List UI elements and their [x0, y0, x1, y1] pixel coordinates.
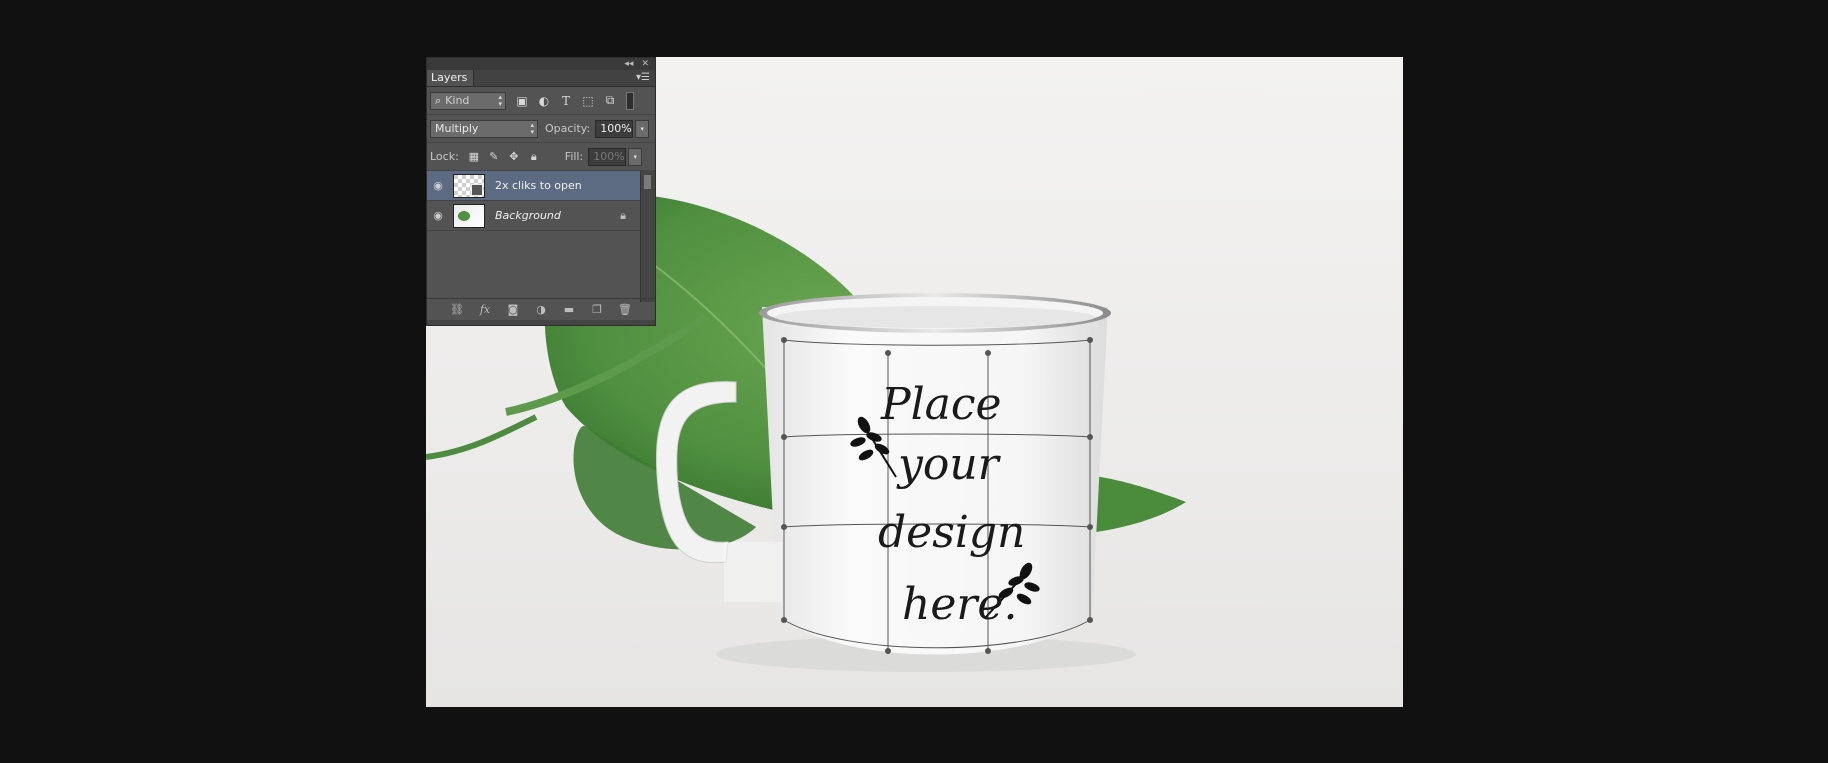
type-filter-icon[interactable]: T — [558, 93, 574, 109]
dropdown-arrows-icon: ▴ ▾ — [498, 92, 502, 108]
link-layers-icon[interactable]: ⛓ — [449, 303, 465, 316]
smart-object-filter-icon[interactable]: ⧉ — [602, 93, 618, 109]
layer-lock-icon: 🔒︎ — [620, 209, 626, 222]
search-icon: ⌕ — [435, 93, 442, 107]
lock-row: Lock: ▦ ✎ ✥ 🔒︎ Fill: 100% ▾ — [427, 143, 655, 171]
panel-menu-icon[interactable]: ▾☰ — [636, 72, 650, 83]
image-filter-icon[interactable]: ▣ — [514, 93, 530, 109]
close-panel-icon[interactable]: ✕ — [641, 59, 649, 69]
layer-row-smart-object[interactable]: ◉ 2x cliks to open — [427, 171, 640, 201]
delete-layer-icon[interactable]: 🗑︎ — [617, 303, 633, 316]
fill-input[interactable]: 100% — [588, 147, 627, 166]
dropdown-arrows-icon: ▴ ▾ — [530, 120, 534, 136]
panel-tab-row: Layers ▾☰ — [427, 70, 655, 87]
opacity-slider-button[interactable]: ▾ — [635, 119, 650, 138]
new-layer-icon[interactable]: ❐ — [589, 303, 605, 316]
layer-thumbnail — [453, 173, 485, 198]
fill-label: Fill: — [564, 150, 584, 163]
panel-topbar: ◂◂ ✕ — [427, 58, 655, 70]
opacity-input[interactable]: 100% — [595, 119, 634, 138]
blend-mode-dropdown[interactable]: Multiply ▴ ▾ — [430, 119, 538, 138]
adjustment-filter-icon[interactable]: ◐ — [536, 93, 552, 109]
lock-label: Lock: — [430, 150, 459, 163]
visibility-eye-icon[interactable]: ◉ — [427, 209, 449, 222]
mug-text-line3: design — [878, 507, 1025, 558]
kind-filter-dropdown[interactable]: ⌕ Kind ▴ ▾ — [430, 91, 506, 110]
kind-filter-label: Kind — [445, 94, 470, 107]
lock-position-icon[interactable]: ✥ — [507, 150, 521, 164]
layer-name[interactable]: 2x cliks to open — [495, 179, 582, 192]
filter-row: ⌕ Kind ▴ ▾ ▣ ◐ T ⬚ ⧉ — [427, 87, 655, 115]
lock-paint-icon[interactable]: ✎ — [487, 150, 501, 164]
layers-scrollbar[interactable] — [640, 171, 655, 302]
panel-resize-grip[interactable] — [427, 320, 655, 325]
fill-slider-button[interactable]: ▾ — [628, 147, 643, 166]
layer-row-background[interactable]: ◉ Background 🔒︎ — [427, 201, 640, 231]
lock-all-icon[interactable]: 🔒︎ — [527, 150, 541, 164]
opacity-label: Opacity: — [545, 122, 591, 135]
scrollbar-thumb[interactable] — [644, 175, 651, 189]
thumbnail-leaf — [458, 210, 470, 221]
filter-toggle[interactable] — [626, 91, 634, 110]
lock-transparent-icon[interactable]: ▦ — [467, 150, 481, 164]
adjustment-layer-icon[interactable]: ◑ — [533, 303, 549, 316]
layer-name[interactable]: Background — [495, 209, 561, 222]
blend-row: Multiply ▴ ▾ Opacity: 100% ▾ — [427, 115, 655, 143]
add-mask-icon[interactable]: ◙ — [505, 303, 521, 316]
mug-text-line4: here. — [902, 579, 1017, 630]
mug-text-line2: your — [896, 439, 1002, 490]
mug-text-line1: Place — [880, 379, 1002, 430]
panel-footer: ⛓ fx ◙ ◑ ▬ ❐ 🗑︎ — [427, 298, 655, 319]
layers-panel: ◂◂ ✕ Layers ▾☰ ⌕ Kind ▴ ▾ ▣ ◐ T ⬚ ⧉ Multi… — [426, 57, 656, 326]
visibility-eye-icon[interactable]: ◉ — [427, 179, 449, 192]
layer-thumbnail — [453, 203, 485, 228]
shape-filter-icon[interactable]: ⬚ — [580, 93, 596, 109]
watermark-box — [724, 542, 782, 602]
new-group-icon[interactable]: ▬ — [561, 303, 577, 316]
fx-icon[interactable]: fx — [477, 303, 493, 316]
blend-mode-value: Multiply — [435, 122, 479, 135]
collapse-panel-icon[interactable]: ◂◂ — [624, 59, 633, 69]
tab-layers[interactable]: Layers — [427, 70, 475, 86]
smart-object-badge-icon — [471, 183, 483, 196]
layers-list: ◉ 2x cliks to open ◉ Background 🔒︎ — [427, 171, 640, 302]
